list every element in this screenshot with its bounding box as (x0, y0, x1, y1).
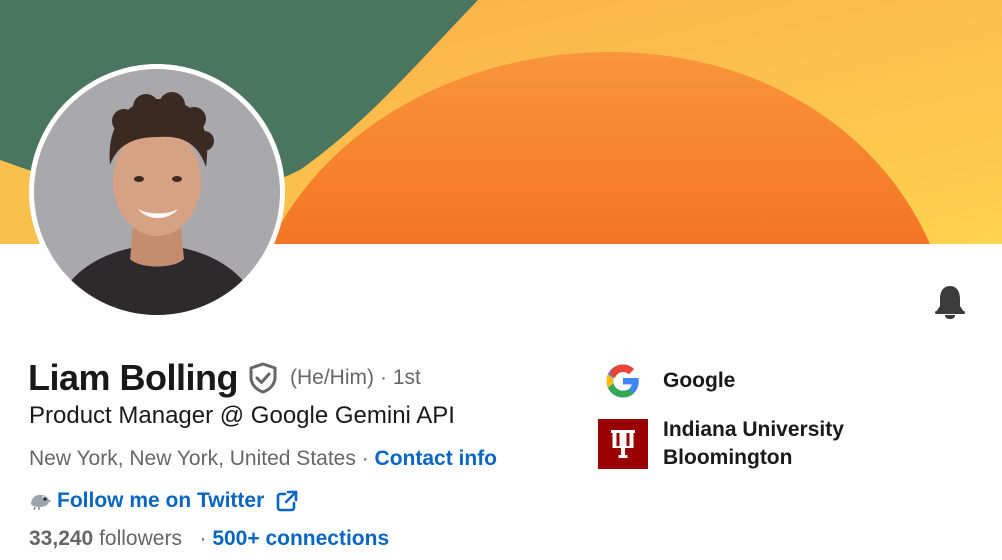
bell-icon (935, 286, 965, 319)
education-school[interactable]: Indiana University Bloomington (598, 416, 844, 472)
twitter-link[interactable]: Follow me on Twitter (57, 489, 264, 513)
org-name: Indiana University Bloomington (663, 416, 844, 472)
website-row[interactable]: Follow me on Twitter (29, 486, 298, 516)
stats-row: 33,240 followers · 500+ connections (29, 527, 389, 551)
bird-icon (31, 494, 51, 510)
name-row: Liam Bolling (He/Him) · 1st (28, 356, 421, 400)
iu-trident-logo (598, 419, 648, 469)
school-name-line1: Indiana University (663, 418, 844, 441)
pronouns: (He/Him) (290, 366, 374, 389)
followers-count: 33,240 (29, 527, 94, 550)
location-text: New York, New York, United States (29, 447, 356, 470)
connections-link[interactable]: 500+ connections (212, 527, 389, 550)
contact-info-link[interactable]: Contact info (375, 447, 497, 470)
connection-degree: · 1st (380, 366, 421, 389)
profile-avatar[interactable] (29, 64, 285, 320)
verified-badge[interactable] (248, 362, 278, 394)
profile-headline: Product Manager @ Google Gemini API (29, 402, 455, 429)
shield-check-icon (249, 362, 277, 394)
external-link-icon (276, 490, 298, 512)
org-name: Google (663, 367, 735, 395)
separator-dot: · (361, 447, 369, 470)
notification-bell-button[interactable] (930, 282, 970, 322)
company-name: Google (663, 369, 736, 392)
google-logo (598, 356, 648, 406)
profile-name: Liam Bolling (28, 357, 239, 398)
school-name-line2: Bloomington (663, 446, 793, 469)
avatar-photo (34, 69, 280, 315)
separator-dot: · (199, 527, 207, 550)
location-row: New York, New York, United States · Cont… (29, 447, 497, 471)
current-company[interactable]: Google (598, 356, 735, 406)
followers-label: followers (99, 527, 182, 550)
